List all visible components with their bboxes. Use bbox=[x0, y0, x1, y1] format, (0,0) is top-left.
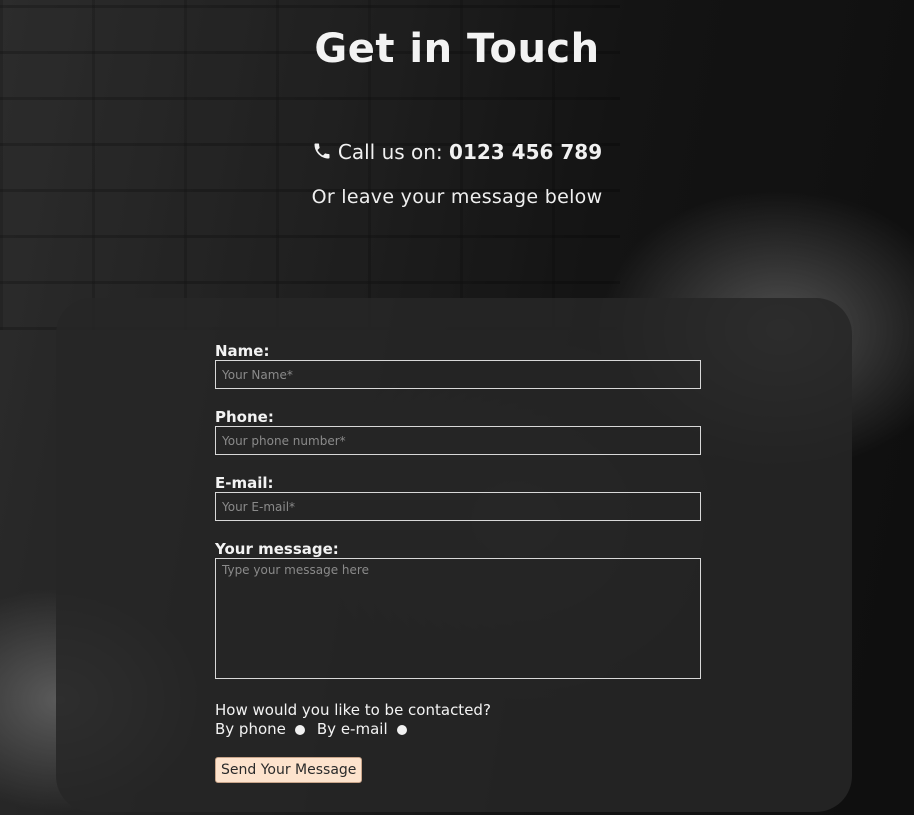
by-email-radio[interactable] bbox=[396, 724, 407, 735]
message-textarea[interactable] bbox=[215, 558, 701, 679]
message-label: Your message: bbox=[215, 540, 339, 558]
phone-number[interactable]: 0123 456 789 bbox=[449, 140, 602, 164]
by-email-label: By e-mail bbox=[316, 720, 388, 738]
phone-input[interactable] bbox=[215, 426, 701, 455]
call-line: Call us on: 0123 456 789 bbox=[0, 140, 914, 166]
name-group: Name: bbox=[215, 342, 701, 389]
phone-icon bbox=[312, 141, 332, 166]
email-group: E-mail: bbox=[215, 474, 701, 521]
name-label: Name: bbox=[215, 342, 270, 360]
message-group: Your message: bbox=[215, 540, 701, 679]
email-label: E-mail: bbox=[215, 474, 274, 492]
phone-label: Phone: bbox=[215, 408, 274, 426]
send-message-button[interactable]: Send Your Message bbox=[215, 757, 363, 783]
contact-options: By phone By e-mail bbox=[215, 720, 701, 739]
contact-question: How would you like to be contacted? bbox=[215, 701, 491, 719]
by-phone-label: By phone bbox=[215, 720, 286, 738]
phone-group: Phone: bbox=[215, 408, 701, 455]
subtitle: Or leave your message below bbox=[311, 186, 603, 208]
contact-form: Name: Phone: E-mail: Your message: How w… bbox=[215, 340, 701, 783]
page-title: Get in Touch bbox=[314, 26, 600, 72]
name-input[interactable] bbox=[215, 360, 701, 389]
call-prefix: Call us on: bbox=[337, 140, 443, 164]
email-input[interactable] bbox=[215, 492, 701, 521]
by-phone-radio[interactable] bbox=[294, 724, 305, 735]
